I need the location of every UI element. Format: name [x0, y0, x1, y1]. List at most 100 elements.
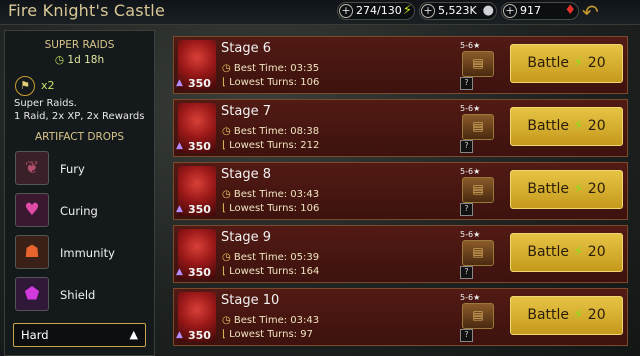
- reward-rank: 5-6★: [460, 293, 481, 302]
- battle-cost: 20: [587, 118, 606, 134]
- best-time-value: 03:35: [290, 63, 320, 74]
- raid-timer-value: 1d 18h: [67, 54, 105, 66]
- energy-icon: ⚡: [573, 307, 584, 323]
- stage-name: Stage 6: [221, 41, 271, 56]
- chest-icon: ▤: [462, 177, 494, 203]
- stage-name: Stage 9: [221, 230, 271, 245]
- best-time-label: Best Time:: [233, 252, 288, 263]
- add-silver-button[interactable]: +: [421, 4, 435, 18]
- best-time: ◷ Best Time: 05:39: [222, 252, 319, 263]
- question-icon[interactable]: ?: [460, 140, 473, 153]
- super-raids-heading: SUPER RAIDS: [44, 39, 115, 51]
- best-time-label: Best Time:: [233, 63, 288, 74]
- turns-icon: ⌊: [222, 203, 226, 214]
- clock-icon: ◷: [222, 252, 231, 263]
- stage-name: Stage 10: [221, 293, 280, 308]
- lowest-turns: ⌊ Lowest Turns: 164: [222, 266, 319, 277]
- boss-level: 350: [188, 329, 211, 342]
- reward-rank: 5-6★: [460, 230, 481, 239]
- best-time: ◷ Best Time: 03:43: [222, 315, 319, 326]
- battle-button[interactable]: Battle ⚡ 20: [510, 107, 623, 146]
- silver-counter[interactable]: + 5,523K ●: [419, 2, 497, 20]
- stage-row-10: ▲ 350 Stage 10 ◷ Best Time: 03:43 ⌊ Lowe…: [173, 288, 628, 346]
- best-time-value: 08:38: [290, 126, 320, 137]
- raid-timer: ◷ 1d 18h: [5, 54, 154, 66]
- clock-icon: ◷: [222, 315, 231, 326]
- shield-icon[interactable]: ⬟: [15, 277, 49, 311]
- drop-label-immunity: Immunity: [60, 246, 115, 260]
- immunity-icon[interactable]: ☗: [15, 235, 49, 269]
- turns-icon: ⌊: [222, 77, 226, 88]
- lowest-turns-value: 164: [300, 266, 320, 277]
- page-title: Fire Knight's Castle: [8, 1, 165, 20]
- gems-counter[interactable]: + 917 ♦: [501, 2, 579, 20]
- battle-button[interactable]: Battle ⚡ 20: [510, 44, 623, 83]
- raid-multiplier: x2: [41, 79, 55, 92]
- battle-label: Battle: [527, 118, 570, 134]
- reward-preview[interactable]: 5-6★ ▤ ?: [460, 104, 495, 154]
- silver-value: 5,523K: [438, 4, 477, 17]
- reward-rank: 5-6★: [460, 41, 481, 50]
- affinity-icon: ▲: [176, 330, 183, 340]
- reward-preview[interactable]: 5-6★ ▤ ?: [460, 230, 495, 280]
- turns-icon: ⌊: [222, 140, 226, 151]
- chest-icon: ▤: [462, 303, 494, 329]
- chest-icon: ▤: [462, 51, 494, 77]
- question-icon[interactable]: ?: [460, 329, 473, 342]
- best-time-label: Best Time:: [233, 315, 288, 326]
- stage-row-8: ▲ 350 Stage 8 ◷ Best Time: 03:43 ⌊ Lowes…: [173, 162, 628, 220]
- lowest-turns-label: Lowest Turns:: [229, 140, 298, 151]
- clock-icon: ◷: [222, 63, 231, 74]
- lowest-turns: ⌊ Lowest Turns: 212: [222, 140, 319, 151]
- add-energy-button[interactable]: +: [339, 4, 353, 18]
- stage-row-6: ▲ 350 Stage 6 ◷ Best Time: 03:35 ⌊ Lowes…: [173, 36, 628, 94]
- best-time: ◷ Best Time: 08:38: [222, 126, 319, 137]
- question-icon[interactable]: ?: [460, 77, 473, 90]
- back-button[interactable]: ↶: [582, 0, 622, 24]
- best-time: ◷ Best Time: 03:35: [222, 63, 319, 74]
- drop-label-shield: Shield: [60, 288, 96, 302]
- turns-icon: ⌊: [222, 329, 226, 340]
- battle-button[interactable]: Battle ⚡ 20: [510, 170, 623, 209]
- battle-label: Battle: [527, 181, 570, 197]
- boss-level: 350: [188, 203, 211, 216]
- lowest-turns-label: Lowest Turns:: [229, 203, 298, 214]
- curing-icon[interactable]: ♥: [15, 193, 49, 227]
- question-icon[interactable]: ?: [460, 203, 473, 216]
- reward-preview[interactable]: 5-6★ ▤ ?: [460, 293, 495, 343]
- lowest-turns: ⌊ Lowest Turns: 106: [222, 77, 319, 88]
- reward-preview[interactable]: 5-6★ ▤ ?: [460, 41, 495, 91]
- energy-counter[interactable]: + 274/130 ⚡: [337, 2, 415, 20]
- drop-label-curing: Curing: [60, 204, 98, 218]
- stage-name: Stage 7: [221, 104, 271, 119]
- battle-button[interactable]: Battle ⚡ 20: [510, 296, 623, 335]
- best-time-value: 03:43: [290, 189, 320, 200]
- reward-rank: 5-6★: [460, 104, 481, 113]
- add-gems-button[interactable]: +: [503, 4, 517, 18]
- energy-icon: ⚡: [573, 244, 584, 260]
- chevron-up-icon: ▲: [129, 328, 138, 341]
- clock-icon: ◷: [222, 189, 231, 200]
- boss-level: 350: [188, 77, 211, 90]
- top-bar: Fire Knight's Castle + 274/130 ⚡ + 5,523…: [0, 0, 640, 25]
- battle-button[interactable]: Battle ⚡ 20: [510, 233, 623, 272]
- affinity-icon: ▲: [176, 78, 183, 88]
- question-icon[interactable]: ?: [460, 266, 473, 279]
- lowest-turns-value: 212: [300, 140, 320, 151]
- boss-level: 350: [188, 140, 211, 153]
- difficulty-select[interactable]: Hard ▲: [13, 323, 146, 347]
- affinity-icon: ▲: [176, 267, 183, 277]
- super-raids-detail: 1 Raid, 2x XP, 2x Rewards: [14, 111, 145, 122]
- battle-cost: 20: [587, 55, 606, 71]
- reward-rank: 5-6★: [460, 167, 481, 176]
- turns-icon: ⌊: [222, 266, 226, 277]
- lowest-turns-value: 97: [300, 329, 313, 340]
- silver-icon: ●: [482, 3, 494, 18]
- reward-preview[interactable]: 5-6★ ▤ ?: [460, 167, 495, 217]
- lowest-turns-value: 106: [300, 77, 320, 88]
- boss-level: 350: [188, 266, 211, 279]
- energy-icon: ⚡: [573, 55, 584, 71]
- stage-row-7: ▲ 350 Stage 7 ◷ Best Time: 08:38 ⌊ Lowes…: [173, 99, 628, 157]
- fury-icon[interactable]: ❦: [15, 151, 49, 185]
- stage-row-9: ▲ 350 Stage 9 ◷ Best Time: 05:39 ⌊ Lowes…: [173, 225, 628, 283]
